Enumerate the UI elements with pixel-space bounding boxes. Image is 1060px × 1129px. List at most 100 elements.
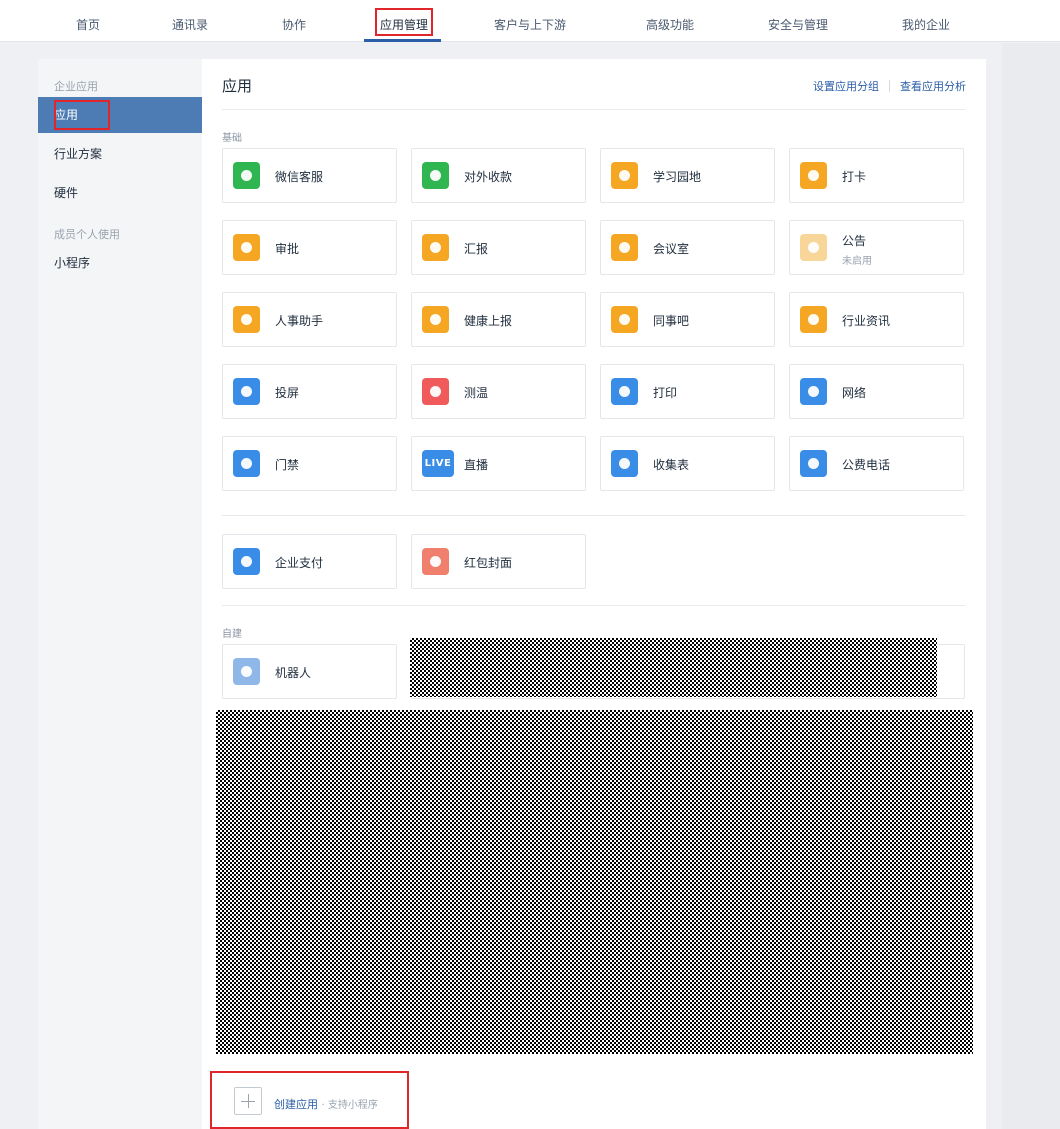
icon-shape [430, 314, 441, 325]
app-tile[interactable]: 打印 [600, 364, 775, 419]
page-title: 应用 [222, 77, 253, 95]
live-icon: LIVE [422, 450, 454, 477]
nav-collaboration[interactable]: 协作 [282, 0, 306, 42]
door-access-icon [233, 450, 260, 477]
app-tile-label: 投屏 [275, 386, 300, 400]
redacted-area [410, 638, 937, 697]
app-tile[interactable]: 审批 [222, 220, 397, 275]
app-tile-label: 审批 [275, 242, 300, 256]
icon-shape [430, 242, 441, 253]
divider [222, 515, 965, 516]
app-tile[interactable]: 同事吧 [600, 292, 775, 347]
app-tile[interactable]: 测温 [411, 364, 586, 419]
app-tile[interactable]: 公费电话 [789, 436, 964, 491]
divider [222, 605, 965, 606]
sidebar-item-industry[interactable]: 行业方案 [38, 136, 202, 172]
app-tile-label: 门禁 [275, 458, 300, 472]
megaphone-icon [800, 234, 827, 261]
nav-advanced[interactable]: 高级功能 [646, 0, 694, 42]
nav-customers-partners[interactable]: 客户与上下游 [494, 0, 566, 42]
icon-shape [241, 386, 252, 397]
set-app-group-link[interactable]: 设置应用分组 [813, 78, 879, 94]
top-nav: 首页 通讯录 协作 应用管理 客户与上下游 高级功能 安全与管理 我的企业 [0, 0, 1060, 42]
news-icon [800, 306, 827, 333]
divider [222, 109, 965, 110]
top-links: 设置应用分组 查看应用分析 [813, 78, 966, 94]
app-tile[interactable]: 学习园地 [600, 148, 775, 203]
app-tile[interactable]: 收集表 [600, 436, 775, 491]
app-tile[interactable]: 网络 [789, 364, 964, 419]
wechat-chat-icon [233, 162, 260, 189]
red-envelope-icon [422, 548, 449, 575]
app-tile[interactable]: 健康上报 [411, 292, 586, 347]
app-tile[interactable]: 公告 未启用 [789, 220, 964, 275]
app-tile-status: 未启用 [842, 256, 872, 267]
icon-shape [619, 314, 630, 325]
icon-shape [619, 242, 630, 253]
nav-home[interactable]: 首页 [76, 0, 100, 42]
app-tile-label: 收集表 [653, 458, 690, 472]
icon-shape [619, 386, 630, 397]
icon-shape [241, 666, 252, 677]
app-tile[interactable]: 机器人 [222, 644, 397, 699]
icon-shape [241, 170, 252, 181]
view-app-analytics-link[interactable]: 查看应用分析 [900, 78, 966, 94]
nav-contacts[interactable]: 通讯录 [172, 0, 208, 42]
app-tile-label: 对外收款 [464, 170, 513, 184]
thermometer-icon [422, 378, 449, 405]
app-tile-label: 公费电话 [842, 458, 891, 472]
app-tile[interactable]: 微信客服 [222, 148, 397, 203]
app-tile[interactable]: 投屏 [222, 364, 397, 419]
nav-active-underline [364, 39, 441, 42]
community-icon [611, 306, 638, 333]
app-tile-label: 直播 [464, 458, 489, 472]
icon-shape [808, 314, 819, 325]
app-tile[interactable]: 企业支付 [222, 534, 397, 589]
stamp-icon [233, 234, 260, 261]
app-tile-label: 企业支付 [275, 556, 324, 570]
icon-shape [808, 242, 819, 253]
sidebar-item-apps[interactable]: 应用 [38, 97, 202, 133]
location-pin-icon [800, 162, 827, 189]
form-tray-icon [611, 450, 638, 477]
app-tile[interactable]: 红包封面 [411, 534, 586, 589]
right-gutter [1002, 43, 1060, 1129]
icon-shape [808, 386, 819, 397]
icon-shape [808, 458, 819, 469]
redacted-area [216, 710, 973, 1054]
yuan-shield-icon [422, 162, 449, 189]
app-tile-label: 健康上报 [464, 314, 513, 328]
printer-icon [611, 378, 638, 405]
app-tile-label: 微信客服 [275, 170, 324, 184]
icon-shape [430, 170, 441, 181]
app-tile[interactable]: 人事助手 [222, 292, 397, 347]
app-tile[interactable]: 行业资讯 [789, 292, 964, 347]
nav-security[interactable]: 安全与管理 [768, 0, 828, 42]
app-tile-label: 打卡 [842, 170, 867, 184]
sidebar-item-hardware[interactable]: 硬件 [38, 175, 202, 211]
phone-icon [800, 450, 827, 477]
icon-shape [808, 170, 819, 181]
icon-shape [619, 458, 630, 469]
app-tile-label: 打印 [653, 386, 678, 400]
payment-check-icon [233, 548, 260, 575]
sidebar-item-mini-program[interactable]: 小程序 [38, 245, 202, 281]
app-tile[interactable]: 门禁 [222, 436, 397, 491]
nav-app-management[interactable]: 应用管理 [374, 0, 434, 42]
app-tile[interactable]: 打卡 [789, 148, 964, 203]
sidebar: 企业应用 应用 行业方案 硬件 成员个人使用 小程序 [38, 59, 202, 1129]
link-divider [889, 80, 890, 92]
app-tile-label: 学习园地 [653, 170, 702, 184]
app-tile[interactable]: 会议室 [600, 220, 775, 275]
app-tile[interactable]: LIVE 直播 [411, 436, 586, 491]
nav-my-company[interactable]: 我的企业 [902, 0, 950, 42]
highlight-box [210, 1071, 409, 1129]
app-tile-label: 网络 [842, 386, 867, 400]
icon-shape [241, 242, 252, 253]
app-tile[interactable]: 对外收款 [411, 148, 586, 203]
app-tile-label: 测温 [464, 386, 489, 400]
app-tile-label: 公告 [842, 234, 867, 248]
app-tile-label: 机器人 [275, 666, 312, 680]
screen-cast-icon [233, 378, 260, 405]
app-tile[interactable]: 汇报 [411, 220, 586, 275]
